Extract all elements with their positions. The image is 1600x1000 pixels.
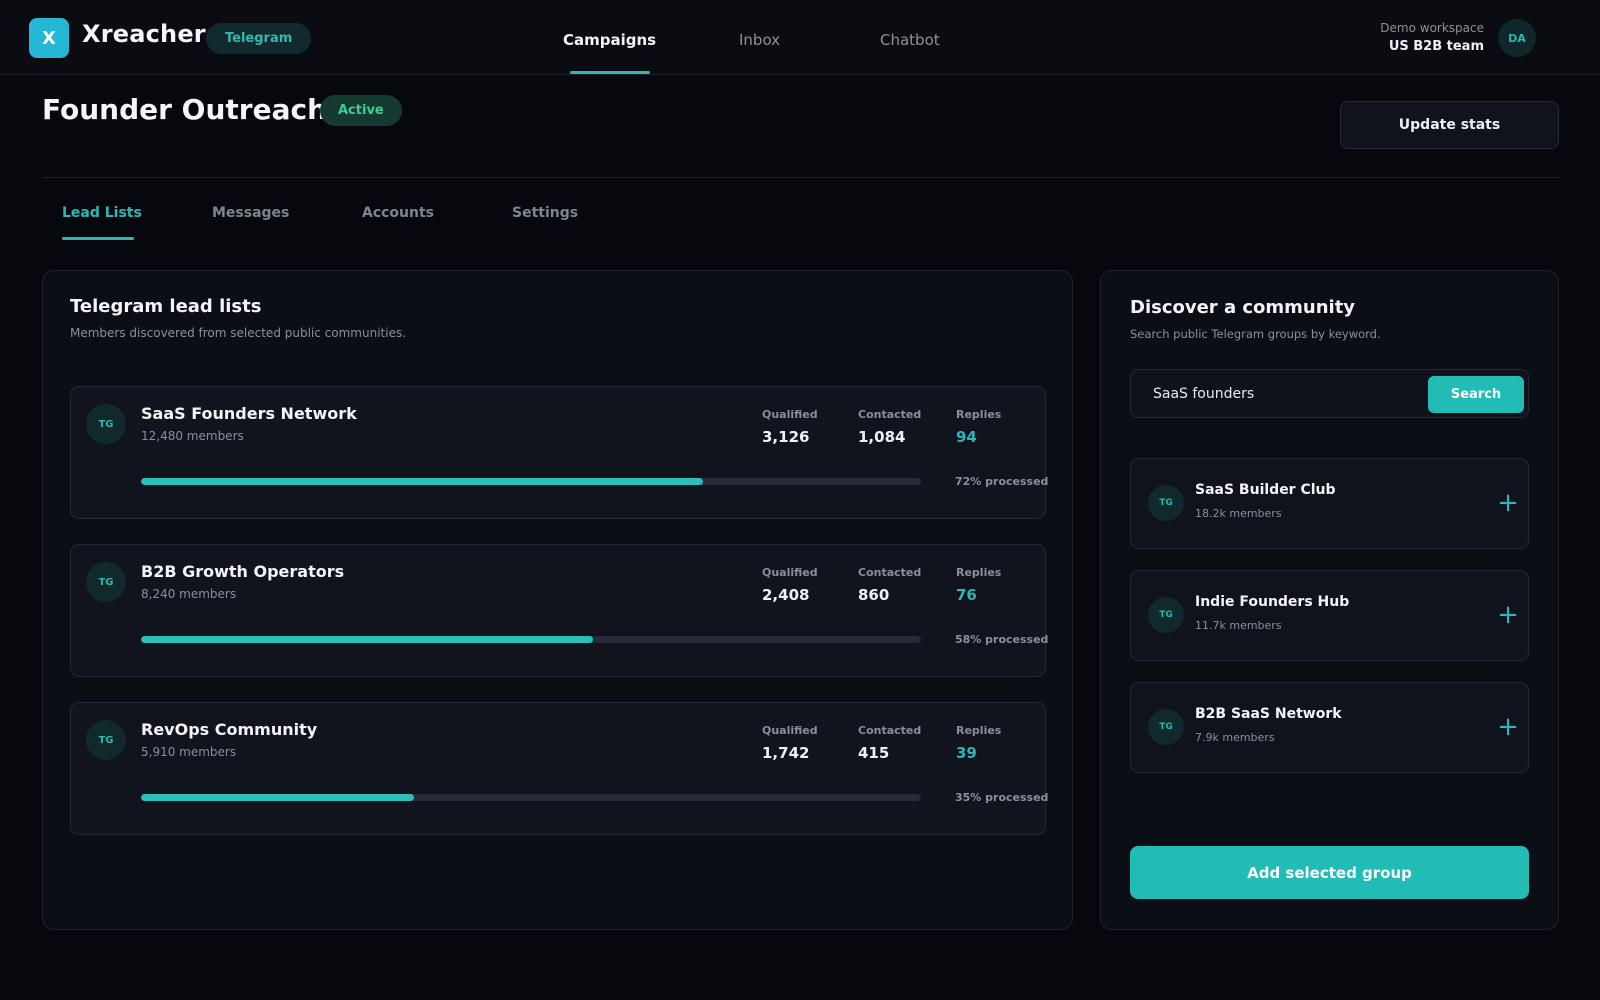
progress-fill <box>141 478 703 485</box>
progress-bar <box>141 478 921 485</box>
tab-messages[interactable]: Messages <box>212 205 289 221</box>
telegram-avatar-icon: TG <box>86 562 126 602</box>
lead-list-card[interactable]: TG B2B Growth Operators 8,240 members Qu… <box>70 544 1049 677</box>
replies-value: 94 <box>956 428 977 446</box>
contacted-value: 415 <box>858 744 890 762</box>
tab-accounts[interactable]: Accounts <box>362 205 434 221</box>
qualified-value: 3,126 <box>762 428 810 446</box>
lead-list-name[interactable]: B2B Growth Operators <box>141 562 344 581</box>
progress-text: 58% processed <box>955 633 1049 646</box>
nav-inbox[interactable]: Inbox <box>739 31 780 49</box>
lead-list-card[interactable]: TG SaaS Founders Network 12,480 members … <box>70 386 1049 519</box>
qualified-label: Qualified <box>762 724 818 737</box>
plus-icon[interactable]: + <box>1492 599 1524 631</box>
community-card[interactable]: TG B2B SaaS Network 7.9k members + <box>1130 682 1529 773</box>
search-box: Search <box>1130 369 1529 418</box>
update-stats-button[interactable]: Update stats <box>1340 101 1559 149</box>
telegram-avatar-icon: TG <box>86 404 126 444</box>
lead-lists-title: Telegram lead lists <box>70 296 262 317</box>
workspace-label: Demo workspace <box>1380 21 1484 35</box>
app-root: X Xreacher Telegram Campaigns Inbox Chat… <box>0 0 1600 1000</box>
community-members: 11.7k members <box>1195 619 1282 632</box>
nav-campaigns[interactable]: Campaigns <box>563 31 656 49</box>
progress-text: 72% processed <box>955 475 1049 488</box>
replies-label: Replies <box>956 408 1002 421</box>
community-name: B2B SaaS Network <box>1195 706 1342 722</box>
replies-label: Replies <box>956 724 1002 737</box>
progress-text: 35% processed <box>955 791 1049 804</box>
contacted-value: 1,084 <box>858 428 906 446</box>
telegram-avatar-icon: TG <box>86 720 126 760</box>
community-members: 18.2k members <box>1195 507 1282 520</box>
top-bar: X Xreacher Telegram Campaigns Inbox Chat… <box>0 0 1600 75</box>
nav-chatbot[interactable]: Chatbot <box>880 31 940 49</box>
contacted-label: Contacted <box>858 408 922 421</box>
replies-value: 76 <box>956 586 977 604</box>
lead-list-members: 12,480 members <box>141 429 244 443</box>
contacted-label: Contacted <box>858 566 922 579</box>
progress-bar <box>141 794 921 801</box>
nav-active-indicator <box>570 71 650 74</box>
qualified-value: 2,408 <box>762 586 810 604</box>
tab-lead-lists[interactable]: Lead Lists <box>62 205 142 221</box>
community-card[interactable]: TG Indie Founders Hub 11.7k members + <box>1130 570 1529 661</box>
lead-list-members: 5,910 members <box>141 745 237 759</box>
replies-label: Replies <box>956 566 1002 579</box>
plus-icon[interactable]: + <box>1492 487 1524 519</box>
discover-subtitle: Search public Telegram groups by keyword… <box>1130 327 1381 341</box>
lead-list-name[interactable]: RevOps Community <box>141 720 317 739</box>
qualified-label: Qualified <box>762 566 818 579</box>
community-card[interactable]: TG SaaS Builder Club 18.2k members + <box>1130 458 1529 549</box>
progress-fill <box>141 794 414 801</box>
qualified-value: 1,742 <box>762 744 810 762</box>
plus-icon[interactable]: + <box>1492 711 1524 743</box>
progress-fill <box>141 636 594 643</box>
telegram-avatar-icon: TG <box>1148 709 1184 745</box>
lead-lists-subtitle: Members discovered from selected public … <box>70 326 407 340</box>
discover-title: Discover a community <box>1130 297 1356 318</box>
search-button[interactable]: Search <box>1428 376 1524 413</box>
community-name: SaaS Builder Club <box>1195 482 1336 498</box>
header-divider <box>42 177 1559 178</box>
status-badge: Active <box>320 95 402 126</box>
contacted-value: 860 <box>858 586 890 604</box>
brand-name: Xreacher <box>82 20 206 48</box>
user-avatar[interactable]: DA <box>1498 19 1536 57</box>
telegram-avatar-icon: TG <box>1148 597 1184 633</box>
logo-icon[interactable]: X <box>29 18 69 58</box>
workspace-name[interactable]: US B2B team <box>1389 39 1484 54</box>
channel-badge: Telegram <box>206 23 312 54</box>
contacted-label: Contacted <box>858 724 922 737</box>
qualified-label: Qualified <box>762 408 818 421</box>
lead-list-card[interactable]: TG RevOps Community 5,910 members Qualif… <box>70 702 1049 835</box>
search-input[interactable] <box>1132 371 1422 416</box>
community-members: 7.9k members <box>1195 731 1275 744</box>
discover-panel: Discover a community Search public Teleg… <box>1100 270 1559 930</box>
lead-lists-panel: Telegram lead lists Members discovered f… <box>42 270 1073 930</box>
page-title: Founder Outreach <box>42 93 328 126</box>
add-selected-group-button[interactable]: Add selected group <box>1130 846 1529 899</box>
replies-value: 39 <box>956 744 977 762</box>
progress-bar <box>141 636 921 643</box>
lead-list-name[interactable]: SaaS Founders Network <box>141 404 357 423</box>
lead-list-members: 8,240 members <box>141 587 237 601</box>
tab-settings[interactable]: Settings <box>512 205 578 221</box>
community-name: Indie Founders Hub <box>1195 594 1350 610</box>
tab-active-indicator <box>62 237 134 240</box>
telegram-avatar-icon: TG <box>1148 485 1184 521</box>
